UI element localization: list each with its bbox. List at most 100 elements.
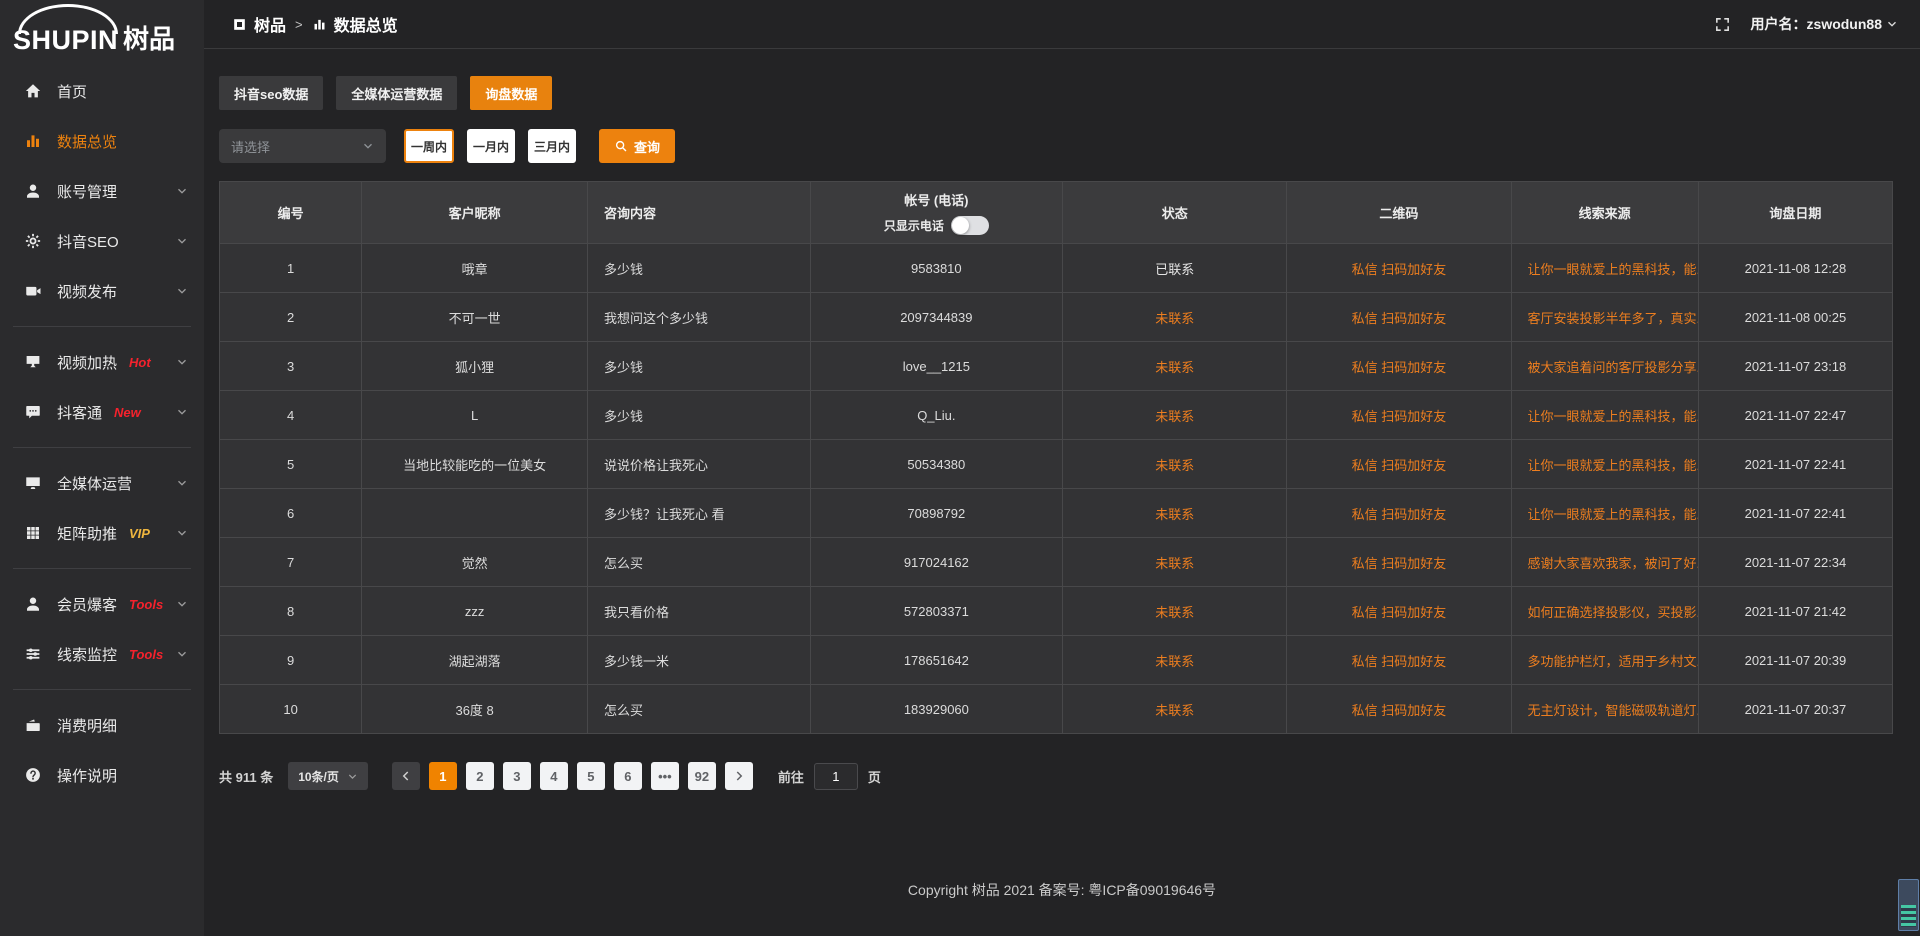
floating-widget[interactable] — [1898, 879, 1919, 931]
customer-nickname: 哦章 — [362, 244, 588, 293]
scan-add-friend-link[interactable]: 扫码加好友 — [1381, 605, 1446, 620]
inquiry-content: 我想问这个多少钱 — [588, 293, 811, 342]
status-cell: 未联系 — [1063, 440, 1287, 489]
account-value: 70898792 — [810, 489, 1063, 538]
sidebar-item-matrix-boost[interactable]: 矩阵助推VIP — [0, 508, 204, 558]
next-page-button[interactable] — [725, 762, 753, 790]
scan-add-friend-link[interactable]: 扫码加好友 — [1381, 311, 1446, 326]
sidebar-item-label: 账号管理 — [57, 181, 117, 202]
breadcrumb-app[interactable]: 树品 — [232, 12, 286, 36]
sidebar-divider — [13, 689, 191, 690]
sidebar-item-label: 全媒体运营 — [57, 473, 132, 494]
search-button[interactable]: 查询 — [599, 129, 675, 163]
floating-widget-stripes — [1901, 905, 1916, 927]
sidebar-item-data-overview[interactable]: 数据总览 — [0, 116, 204, 166]
phone-only-toggle[interactable] — [951, 216, 989, 235]
tab-douyin-seo-data[interactable]: 抖音seo数据 — [219, 76, 323, 110]
table-row: 6 多少钱？让我死心 看 70898792 未联系 私信 扫码加好友 让你一眼就… — [220, 489, 1893, 538]
row-number: 3 — [220, 342, 362, 391]
scan-add-friend-link[interactable]: 扫码加好友 — [1381, 360, 1446, 375]
fullscreen-icon[interactable] — [1714, 16, 1731, 33]
scan-add-friend-link[interactable]: 扫码加好友 — [1381, 262, 1446, 277]
scan-add-friend-link[interactable]: 扫码加好友 — [1381, 507, 1446, 522]
pagination-ellipsis[interactable]: ••• — [651, 762, 679, 790]
sidebar-item-account-management[interactable]: 账号管理 — [0, 166, 204, 216]
scan-add-friend-link[interactable]: 扫码加好友 — [1381, 703, 1446, 718]
tab-inquiry-data[interactable]: 询盘数据 — [470, 76, 552, 110]
table-row: 2 不可一世 我想问这个多少钱 2097344839 未联系 私信 扫码加好友 … — [220, 293, 1893, 342]
pagination-page-5[interactable]: 5 — [577, 762, 605, 790]
goto-page-input[interactable] — [814, 763, 858, 790]
sidebar-item-video-heating[interactable]: 视频加热Hot — [0, 337, 204, 387]
sidebar-item-label: 矩阵助推 — [57, 523, 117, 544]
lead-source-link[interactable]: 被大家追着问的客厅投影分享... — [1528, 360, 1699, 375]
lead-cell: 多功能护栏灯，适用于乡村文... — [1511, 636, 1698, 685]
lead-source-link[interactable]: 无主灯设计，智能磁吸轨道灯... — [1528, 703, 1699, 718]
sidebar-item-omni-media-operation[interactable]: 全媒体运营 — [0, 458, 204, 508]
inquiry-date: 2021-11-07 22:41 — [1698, 440, 1892, 489]
sidebar-item-badge: New — [114, 405, 141, 420]
pagination-page-1[interactable]: 1 — [429, 762, 457, 790]
lead-source-link[interactable]: 如何正确选择投影仪，买投影... — [1528, 605, 1699, 620]
sidebar-item-video-publish[interactable]: 视频发布 — [0, 266, 204, 316]
private-message-link[interactable]: 私信 — [1352, 311, 1378, 326]
app: SHUPIN 树品 首页数据总览账号管理抖音SEO视频发布视频加热Hot抖客通N… — [0, 0, 1920, 936]
sidebar-divider — [13, 568, 191, 569]
sidebar: SHUPIN 树品 首页数据总览账号管理抖音SEO视频发布视频加热Hot抖客通N… — [0, 0, 204, 936]
time-button-one-week[interactable]: 一周内 — [404, 129, 454, 163]
breadcrumb: 树品 > 数据总览 — [232, 12, 398, 36]
account-select[interactable]: 请选择 — [219, 129, 386, 163]
time-button-one-month[interactable]: 一月内 — [467, 129, 515, 163]
scan-add-friend-link[interactable]: 扫码加好友 — [1381, 409, 1446, 424]
private-message-link[interactable]: 私信 — [1352, 556, 1378, 571]
lead-source-link[interactable]: 让你一眼就爱上的黑科技，能... — [1528, 458, 1699, 473]
scan-add-friend-link[interactable]: 扫码加好友 — [1381, 556, 1446, 571]
time-range-buttons: 一周内一月内三月内 — [404, 129, 589, 163]
user-dropdown[interactable]: 用户名：zswodun88 — [1751, 14, 1898, 34]
pagination-page-92[interactable]: 92 — [688, 762, 716, 790]
chevron-down-icon — [176, 527, 188, 539]
tab-omni-media-data[interactable]: 全媒体运营数据 — [336, 76, 457, 110]
sidebar-item-douketong[interactable]: 抖客通New — [0, 387, 204, 437]
sidebar-item-home[interactable]: 首页 — [0, 66, 204, 116]
pagination-page-3[interactable]: 3 — [503, 762, 531, 790]
private-message-link[interactable]: 私信 — [1352, 703, 1378, 718]
sidebar-item-lead-monitoring[interactable]: 线索监控Tools — [0, 629, 204, 679]
prev-page-button[interactable] — [392, 762, 420, 790]
pagination-page-6[interactable]: 6 — [614, 762, 642, 790]
page-size-label: 10条/页 — [298, 768, 339, 785]
lead-source-link[interactable]: 让你一眼就爱上的黑科技，能... — [1528, 262, 1699, 277]
time-button-three-months[interactable]: 三月内 — [528, 129, 576, 163]
sidebar-item-member-blast[interactable]: 会员爆客Tools — [0, 579, 204, 629]
breadcrumb-page[interactable]: 数据总览 — [312, 12, 398, 36]
lead-source-link[interactable]: 客厅安装投影半年多了，真实... — [1528, 311, 1699, 326]
sidebar-item-douyin-seo[interactable]: 抖音SEO — [0, 216, 204, 266]
customer-nickname — [362, 489, 588, 538]
scan-add-friend-link[interactable]: 扫码加好友 — [1381, 458, 1446, 473]
private-message-link[interactable]: 私信 — [1352, 409, 1378, 424]
private-message-link[interactable]: 私信 — [1352, 262, 1378, 277]
inquiry-date: 2021-11-07 22:47 — [1698, 391, 1892, 440]
lead-source-link[interactable]: 让你一眼就爱上的黑科技，能... — [1528, 507, 1699, 522]
pagination-page-4[interactable]: 4 — [540, 762, 568, 790]
lead-source-link[interactable]: 感谢大家喜欢我家，被问了好... — [1528, 556, 1699, 571]
page-size-select[interactable]: 10条/页 — [288, 762, 368, 790]
private-message-link[interactable]: 私信 — [1352, 360, 1378, 375]
private-message-link[interactable]: 私信 — [1352, 605, 1378, 620]
lead-source-link[interactable]: 让你一眼就爱上的黑科技，能... — [1528, 409, 1699, 424]
private-message-link[interactable]: 私信 — [1352, 654, 1378, 669]
private-message-link[interactable]: 私信 — [1352, 458, 1378, 473]
scan-add-friend-link[interactable]: 扫码加好友 — [1381, 654, 1446, 669]
brand-logo[interactable]: SHUPIN 树品 — [0, 0, 204, 66]
status-text: 未联系 — [1155, 556, 1194, 571]
account-value: 50534380 — [810, 440, 1063, 489]
pagination-page-2[interactable]: 2 — [466, 762, 494, 790]
breadcrumb-app-label: 树品 — [254, 12, 286, 36]
sidebar-item-expense-details[interactable]: 消费明细 — [0, 700, 204, 750]
account-value: 178651642 — [810, 636, 1063, 685]
private-message-link[interactable]: 私信 — [1352, 507, 1378, 522]
sidebar-item-operation-guide[interactable]: 操作说明 — [0, 750, 204, 800]
inquiry-date: 2021-11-07 21:42 — [1698, 587, 1892, 636]
lead-source-link[interactable]: 多功能护栏灯，适用于乡村文... — [1528, 654, 1699, 669]
status-cell: 未联系 — [1063, 587, 1287, 636]
